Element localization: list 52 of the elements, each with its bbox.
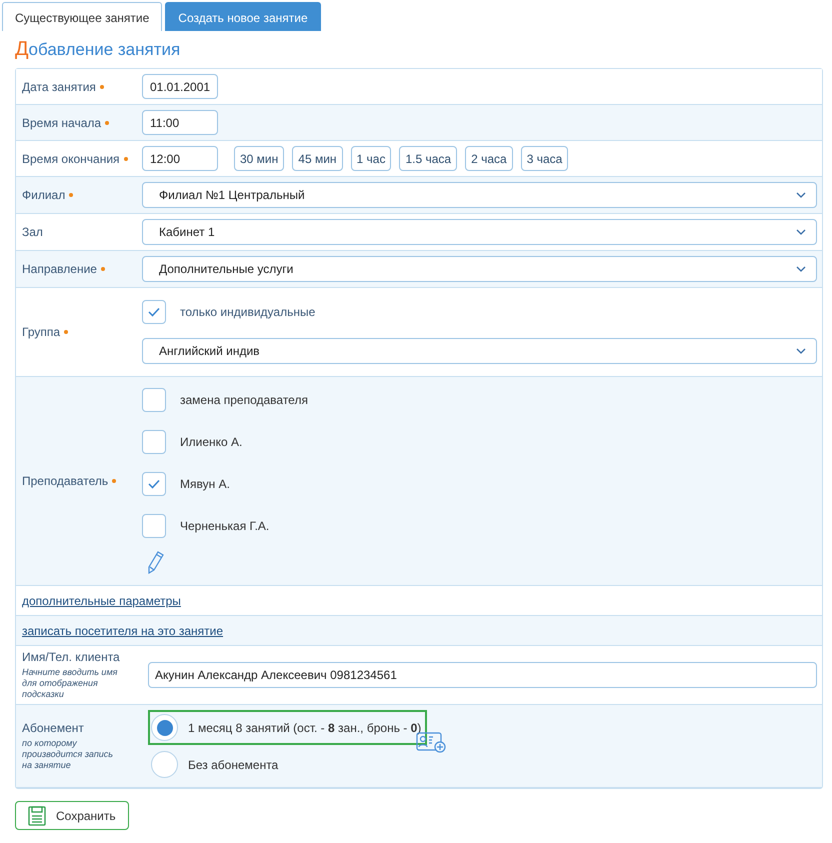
checkbox[interactable]	[142, 300, 166, 324]
field-label: Зал	[22, 225, 43, 239]
checkbox-label: только индивидуальные	[180, 305, 316, 319]
hint-text: Начните вводить имя для отображения подсказки	[22, 667, 118, 700]
field-label: Время окончания	[22, 152, 120, 166]
chevron-icon	[796, 192, 806, 198]
checkbox[interactable]	[142, 430, 166, 454]
field-label: Преподаватель	[22, 474, 108, 488]
checkbox[interactable]	[142, 388, 166, 412]
field-label: Дата занятия	[22, 80, 96, 94]
input-field[interactable]: 12:00	[142, 146, 218, 171]
select-field[interactable]: Дополнительные услуги	[142, 256, 817, 282]
hint-text: по которому производится запись на занятие	[22, 738, 114, 771]
field-label: Время начала	[22, 116, 102, 130]
chevron-icon	[796, 348, 806, 354]
duration-button[interactable]: 1.5 часа	[399, 146, 458, 171]
checkbox-label: Черненькая Г.А.	[180, 519, 270, 533]
duration-button[interactable]: 45 мин	[292, 146, 343, 171]
tab[interactable]: Существующее занятие	[2, 2, 162, 31]
input-field[interactable]: 11:00	[142, 110, 218, 135]
select-field[interactable]: Филиал №1 Центральный	[142, 182, 817, 208]
duration-button[interactable]: 1 час	[350, 146, 392, 171]
duration-button[interactable]: 3 часа	[520, 146, 568, 171]
checkbox[interactable]	[142, 472, 166, 496]
chevron-icon	[796, 229, 806, 235]
link[interactable]: записать посетителя на это занятие	[22, 624, 224, 638]
checkbox[interactable]	[142, 514, 166, 538]
checkbox-label: замена преподавателя	[180, 393, 308, 407]
page-title: Добавление занятия	[15, 39, 182, 60]
field-label: Филиал	[22, 188, 66, 202]
duration-button[interactable]: 30 мин	[234, 146, 284, 171]
select-field[interactable]: Английский индив	[142, 338, 817, 364]
radio-button[interactable]	[151, 714, 178, 741]
field-label: Группа	[22, 325, 60, 339]
field-label: Абонемент	[22, 721, 84, 735]
checkbox-label: Илиенко А.	[180, 435, 242, 449]
field-label: Имя/Тел. клиента	[22, 650, 120, 664]
chevron-icon	[796, 266, 806, 272]
select-field[interactable]: Кабинет 1	[142, 219, 817, 245]
check-icon	[148, 479, 160, 489]
radio-button[interactable]	[151, 751, 178, 778]
client-field[interactable]: Акунин Александр Алексеевич 0981234561	[148, 662, 817, 688]
link[interactable]: дополнительные параметры	[22, 594, 181, 608]
pencil-icon[interactable]	[146, 550, 166, 574]
floppy-icon	[28, 806, 46, 826]
input-field[interactable]: 01.01.2001	[142, 74, 218, 99]
check-icon	[148, 307, 160, 317]
radio-label: Без абонемента	[188, 758, 278, 772]
field-label: Направление	[22, 262, 97, 276]
save-button[interactable]: Сохранить	[15, 801, 129, 830]
duration-button[interactable]: 2 часа	[465, 146, 513, 171]
checkbox-label: Мявун А.	[180, 477, 230, 491]
